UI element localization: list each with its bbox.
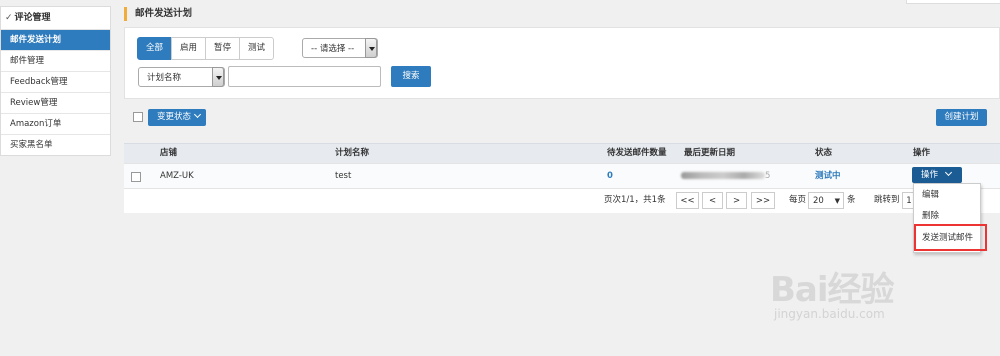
check-icon: ✓: [5, 13, 13, 23]
chevron-down-icon: [212, 67, 224, 87]
column-header-status: 状态: [815, 148, 833, 158]
sidebar-item-feedback[interactable]: Feedback管理: [1, 72, 110, 93]
field-select[interactable]: 计划名称: [138, 67, 225, 87]
column-header-updated: 最后更新日期: [684, 148, 736, 158]
create-plan-button[interactable]: 创建计划: [936, 109, 987, 126]
row-pending-count[interactable]: 0: [607, 164, 613, 188]
sidebar-item-blacklist[interactable]: 买家黑名单: [1, 135, 110, 155]
status-select[interactable]: -- 请选择 --: [302, 38, 378, 58]
table-header: 店铺 计划名称 待发送邮件数量 最后更新日期 状态 操作: [124, 143, 1000, 163]
table-row: AMZ-UK test 0 5 测试中: [124, 163, 1000, 188]
pagination: 页次1/1，共1条 << < > >> 每页 20 ▼ 条 跳转到 1: [124, 188, 1000, 213]
chevron-down-icon: [365, 38, 377, 58]
first-page-button[interactable]: <<: [676, 192, 699, 209]
prev-page-button[interactable]: <: [702, 192, 723, 209]
redacted-date: [681, 172, 765, 179]
row-updated-date: 5: [681, 164, 770, 188]
per-page-select[interactable]: 20 ▼: [808, 192, 844, 209]
sidebar-item-email-management[interactable]: 邮件管理: [1, 51, 110, 72]
search-input[interactable]: [228, 66, 381, 87]
sidebar-item-email-plan[interactable]: 邮件发送计划: [1, 30, 110, 51]
column-header-plan-name: 计划名称: [335, 148, 370, 158]
watermark-url: jingyan.baidu.com: [774, 307, 885, 321]
sidebar-item-review[interactable]: Review管理: [1, 93, 110, 114]
per-page-unit: 条: [847, 195, 856, 205]
search-button[interactable]: 搜索: [391, 66, 431, 87]
change-status-button[interactable]: 变更状态: [148, 109, 206, 126]
next-page-button[interactable]: >: [726, 192, 747, 209]
chevron-down-icon: [944, 168, 953, 177]
top-right-box: [906, 0, 1000, 4]
menu-item-delete[interactable]: 删除: [922, 209, 939, 221]
tab-all[interactable]: 全部: [137, 37, 173, 60]
column-header-pending: 待发送邮件数量: [607, 148, 667, 158]
sidebar-header[interactable]: ✓ 评论管理: [1, 7, 110, 30]
sidebar: ✓ 评论管理 邮件发送计划 邮件管理 Feedback管理 Review管理 Am…: [0, 6, 111, 156]
select-all-checkbox[interactable]: [133, 112, 143, 122]
page-title: 邮件发送计划: [124, 7, 192, 21]
tab-enabled[interactable]: 启用: [171, 37, 207, 60]
sidebar-header-label: 评论管理: [14, 13, 51, 23]
row-store: AMZ-UK: [160, 171, 194, 181]
row-checkbox[interactable]: [131, 172, 141, 182]
row-plan-name: test: [335, 171, 352, 181]
column-header-action: 操作: [913, 148, 931, 158]
menu-item-edit[interactable]: 编辑: [922, 188, 939, 200]
filter-panel: 全部 启用 暂停 测试 -- 请选择 -- 计划名称 搜索: [124, 27, 1000, 99]
column-header-store: 店铺: [160, 148, 178, 158]
highlight-box: [914, 224, 987, 251]
baidu-watermark: Bai经验 jingyan.baidu.com: [770, 262, 895, 321]
plans-table: 店铺 计划名称 待发送邮件数量 最后更新日期 状态 操作 AMZ-UK test…: [124, 143, 1000, 213]
status-select-value: -- 请选择 --: [311, 44, 355, 54]
last-page-button[interactable]: >>: [751, 192, 775, 209]
pagination-info: 页次1/1，共1条: [604, 195, 666, 205]
row-action-button[interactable]: 操作: [912, 167, 962, 183]
tab-test[interactable]: 测试: [239, 37, 275, 60]
row-status[interactable]: 测试中: [815, 164, 841, 188]
sidebar-item-amazon-orders[interactable]: Amazon订单: [1, 114, 110, 135]
tab-paused[interactable]: 暂停: [205, 37, 241, 60]
status-tab-group: 全部 启用 暂停 测试: [137, 37, 275, 60]
per-page-label: 每页: [789, 195, 807, 205]
field-select-value: 计划名称: [147, 73, 182, 83]
chevron-down-icon: [193, 110, 202, 119]
goto-label: 跳转到: [874, 195, 900, 205]
chevron-down-icon: ▼: [834, 197, 840, 205]
watermark-logo: Bai经验: [770, 270, 895, 310]
